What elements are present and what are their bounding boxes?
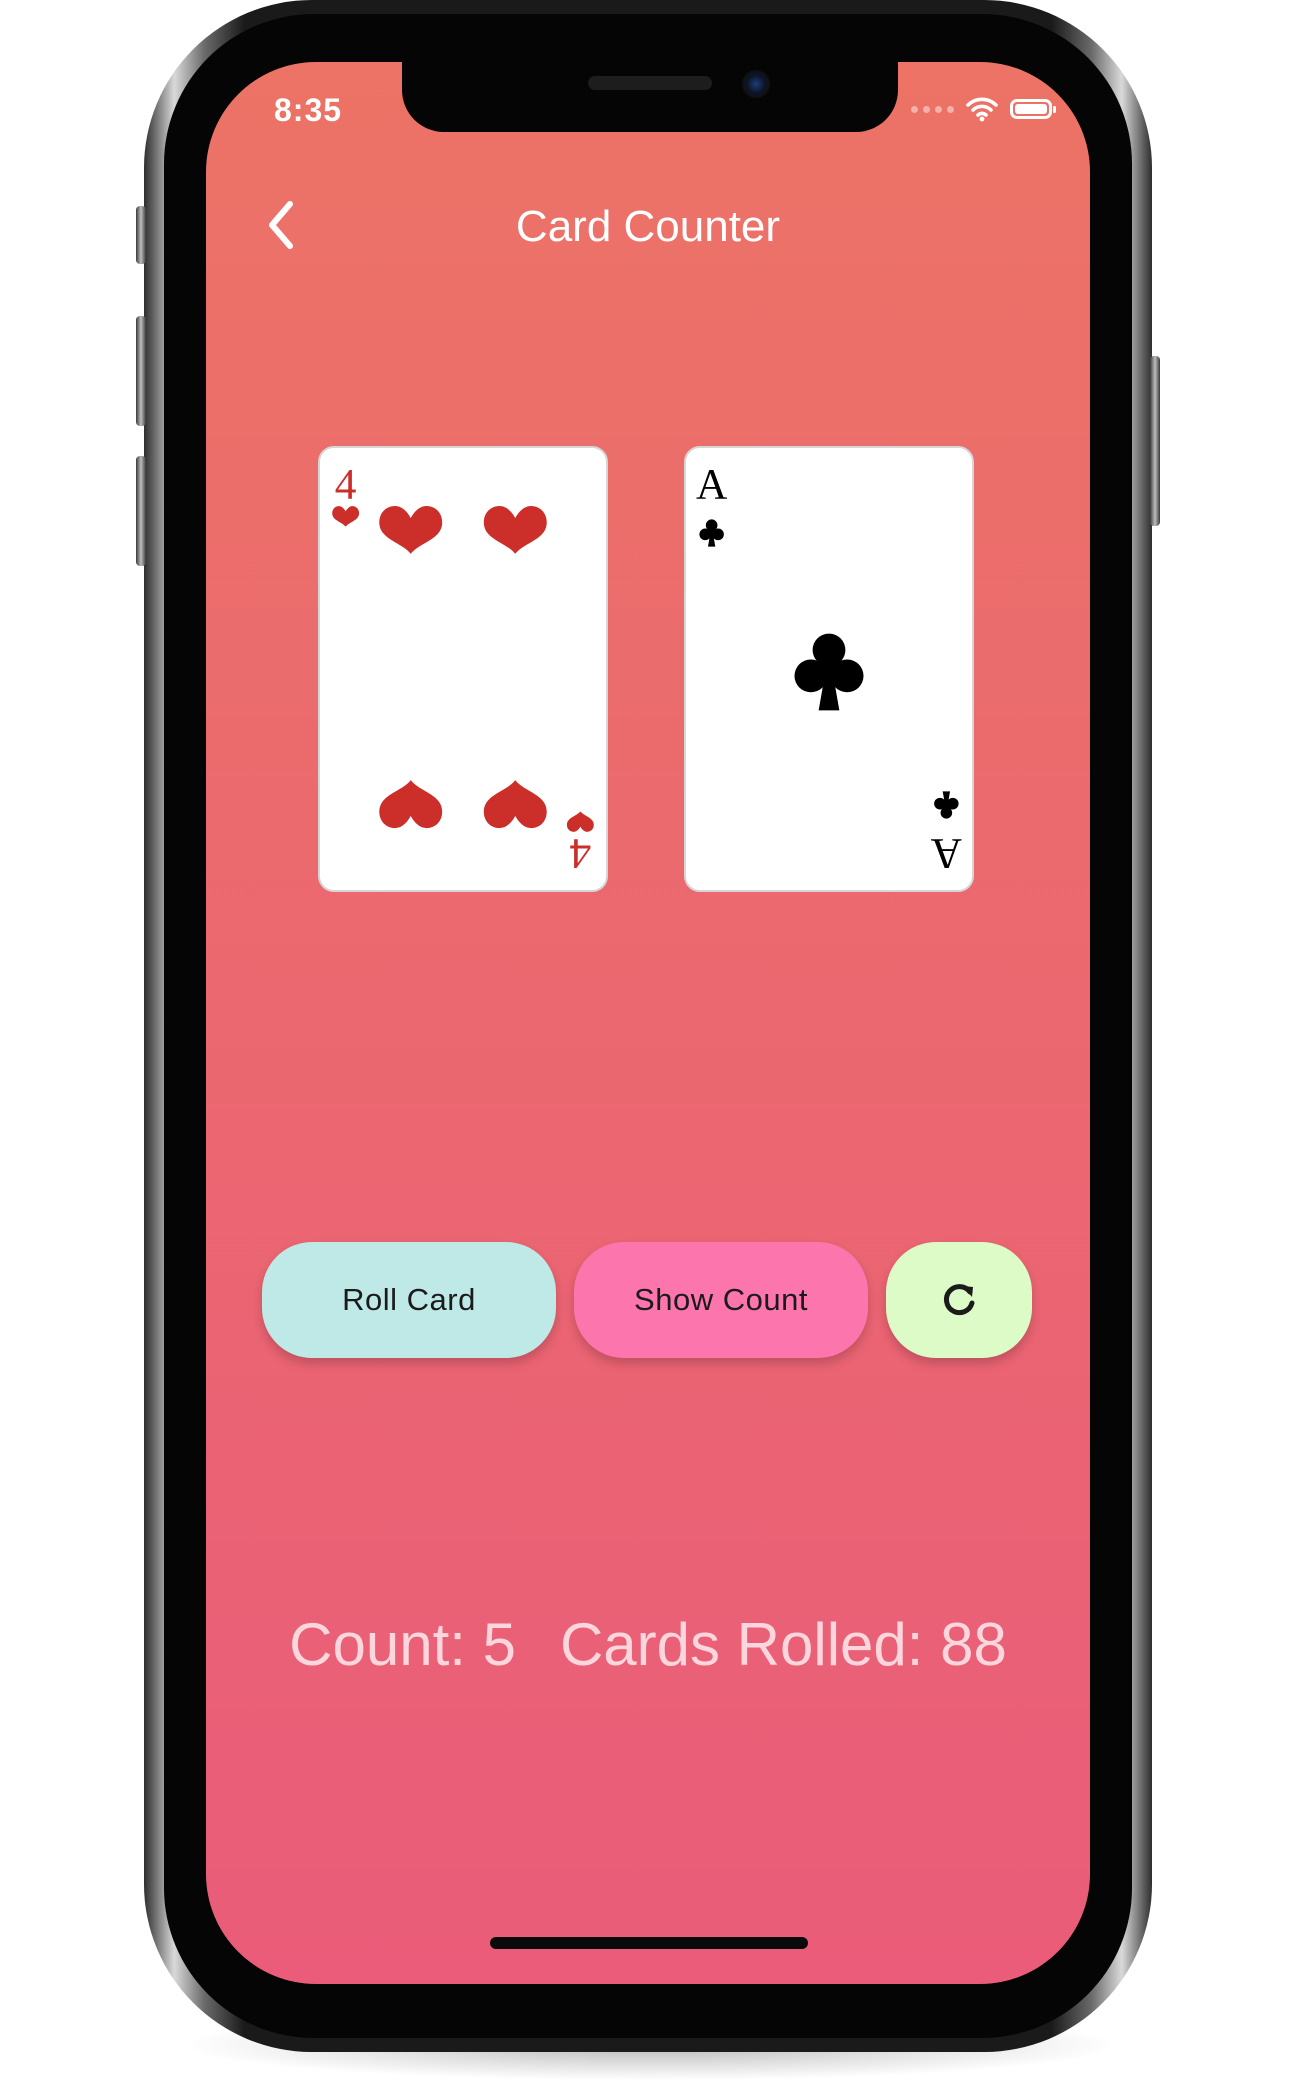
refresh-button[interactable] [886,1242,1032,1358]
battery-icon [1010,99,1056,119]
heart-icon [483,505,547,554]
card-rank: A [696,460,727,508]
volume-down-button [136,456,146,566]
card-rank: A [931,830,962,878]
wifi-icon [966,97,998,122]
heart-icon [379,780,443,829]
power-button [1150,356,1160,526]
stats-line: Count: 5 Cards Rolled: 88 [206,1610,1090,1679]
heart-icon [379,505,443,554]
card-rank: 4 [335,460,357,508]
chevron-left-icon [269,201,293,249]
card-rank: 4 [569,830,591,878]
page-title: Card Counter [515,202,781,251]
volume-up-button [136,316,146,426]
status-icons [911,94,1056,124]
refresh-icon [943,1284,975,1316]
club-icon [934,791,959,819]
heart-icon [332,506,360,527]
heart-icon [566,811,594,832]
app-screen: 8:35 Card Counter 4 4 A A Roll Card Show… [206,62,1090,1984]
show-count-button[interactable]: Show Count [574,1242,868,1358]
roll-card-button[interactable]: Roll Card [262,1242,556,1358]
notch [402,62,898,132]
count-text: Count: 5 [289,1611,516,1678]
club-icon [794,633,864,711]
card-face: 4 4 [332,460,594,878]
front-camera [742,70,770,98]
speaker-grille [588,76,712,90]
signal-icon [911,105,954,113]
back-button[interactable] [256,200,306,250]
playing-card-ace-of-clubs: A A [684,446,974,892]
mute-switch [136,206,146,264]
heart-icon [483,780,547,829]
home-indicator [490,1937,808,1949]
status-time: 8:35 [274,92,343,128]
card-face: A A [696,460,962,878]
club-icon [699,519,724,547]
cards-rolled-text: Cards Rolled: 88 [559,1611,1007,1678]
playing-card-four-of-hearts: 4 4 [318,446,608,892]
